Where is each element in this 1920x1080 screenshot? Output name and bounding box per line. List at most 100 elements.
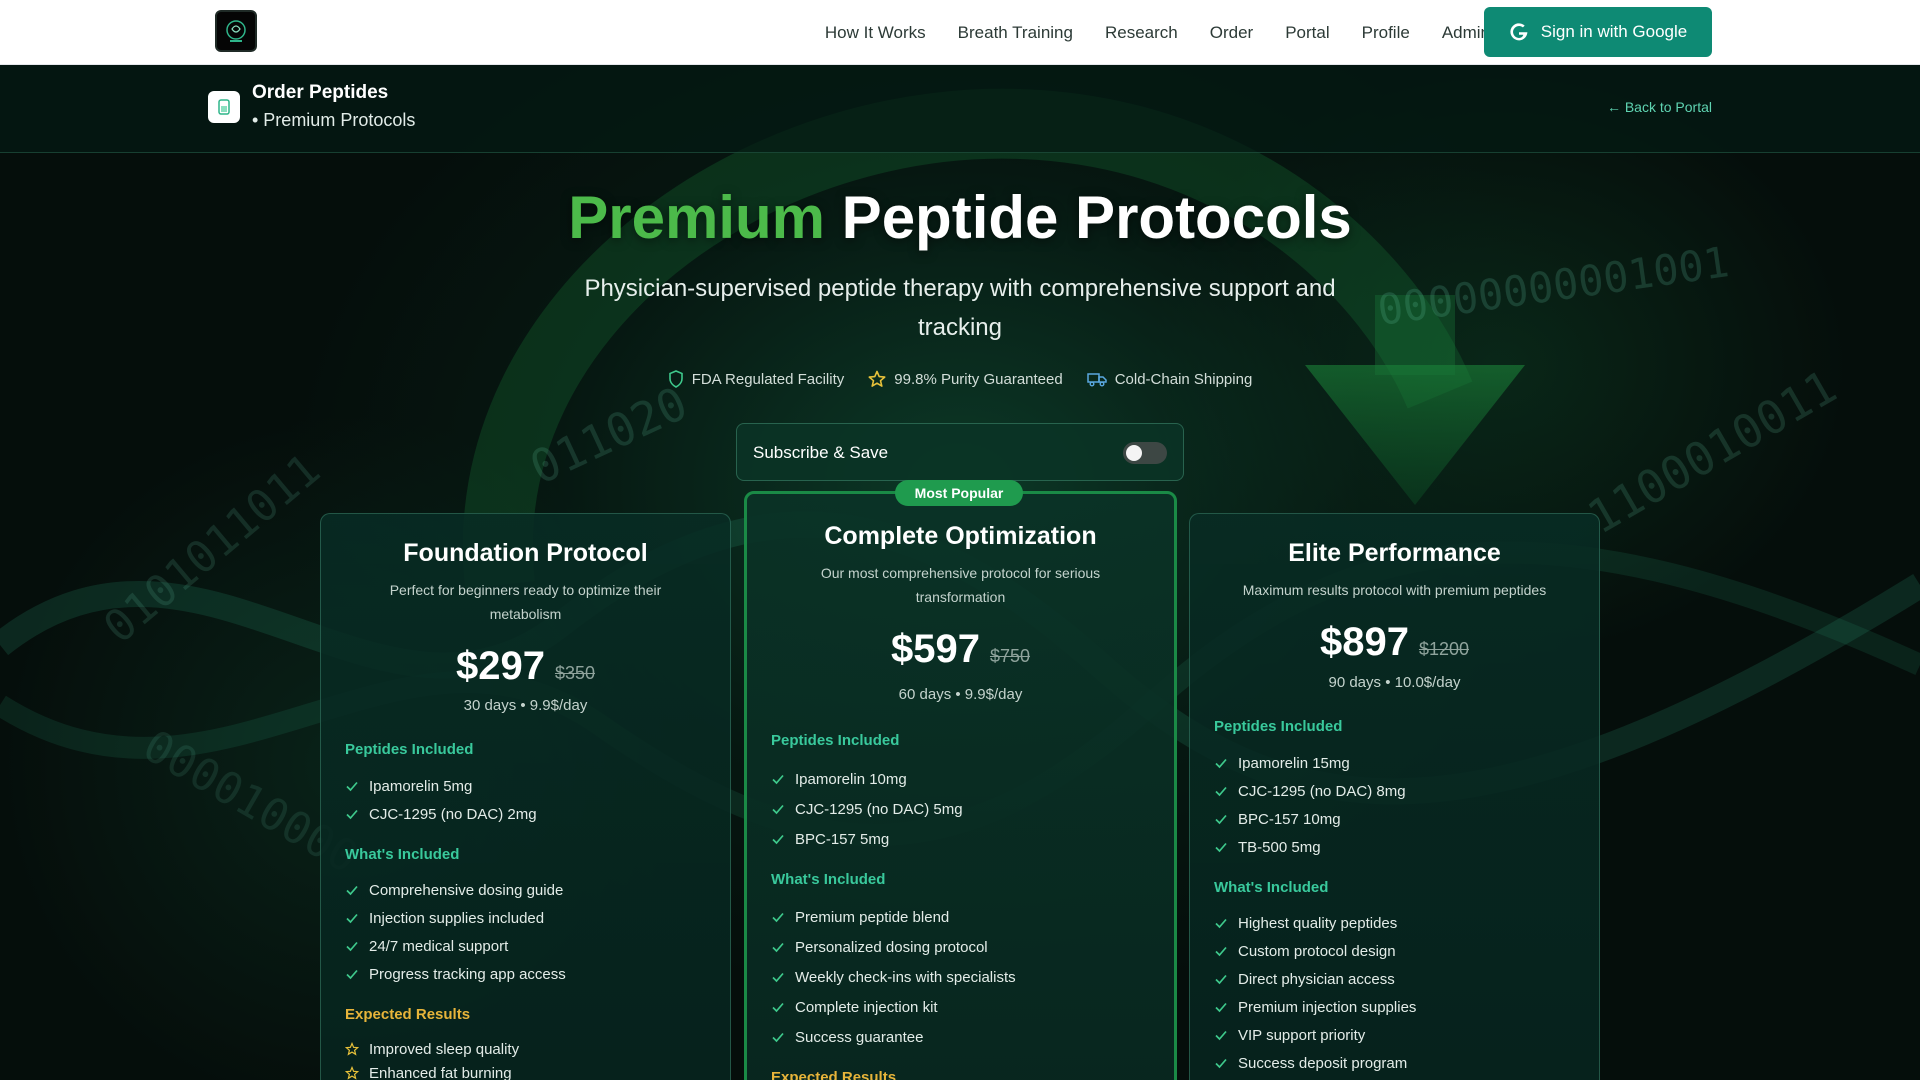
list-item: Complete injection kit — [771, 992, 1154, 1022]
included-list: Premium peptide blend Personalized dosin… — [771, 902, 1154, 1052]
plan-card-foundation[interactable]: Foundation Protocol Perfect for beginner… — [320, 513, 731, 1080]
peptides-list: Ipamorelin 15mg CJC-1295 (no DAC) 8mg BP… — [1214, 749, 1579, 861]
list-item-label: Comprehensive dosing guide — [369, 881, 564, 899]
plan-duration: 30 days • 9.9$/day — [463, 697, 588, 714]
check-icon — [346, 969, 358, 980]
subscribe-save-panel: Subscribe & Save — [736, 423, 1184, 481]
list-item-label: Weekly check-ins with specialists — [795, 968, 1016, 986]
sign-in-label: Sign in with Google — [1540, 22, 1688, 41]
subscribe-save-toggle[interactable] — [1123, 442, 1167, 464]
page-title: Premium Peptide Protocols — [0, 183, 1920, 252]
nav-breath-training[interactable]: Breath Training — [958, 23, 1073, 43]
plan-original-price: $750 — [989, 646, 1031, 666]
list-item: Injection supplies included — [345, 904, 710, 932]
check-icon — [1215, 1030, 1227, 1041]
plan-description: Our most comprehensive protocol for seri… — [820, 565, 1101, 605]
list-item: Ipamorelin 15mg — [1214, 749, 1579, 777]
list-item: Enhanced fat burning — [345, 1061, 710, 1080]
nav-portal[interactable]: Portal — [1285, 23, 1329, 43]
check-icon — [1215, 758, 1227, 769]
plan-price-row: $597 $750 — [747, 627, 1174, 672]
list-item-label: CJC-1295 (no DAC) 5mg — [795, 800, 963, 818]
check-icon — [346, 809, 358, 820]
check-icon — [772, 1002, 784, 1013]
subscribe-save-label: Subscribe & Save — [753, 443, 889, 462]
list-item-label: CJC-1295 (no DAC) 8mg — [1238, 782, 1406, 800]
list-item: BPC-157 10mg — [1214, 805, 1579, 833]
check-icon — [346, 913, 358, 924]
included-heading: What's Included — [771, 871, 886, 888]
check-icon — [772, 1032, 784, 1043]
brand-logo[interactable] — [215, 10, 257, 52]
plan-description: Maximum results protocol with premium pe… — [1242, 582, 1547, 598]
list-item-label: Success guarantee — [795, 1028, 924, 1046]
subheader-title: Order Peptides — [252, 82, 389, 103]
nav-research[interactable]: Research — [1105, 23, 1178, 43]
list-item-label: Success deposit program — [1238, 1054, 1408, 1072]
peptides-heading: Peptides Included — [1214, 718, 1343, 735]
shield-icon — [668, 370, 683, 388]
star-outline-icon — [345, 1042, 359, 1056]
list-item-label: TB-500 5mg — [1238, 838, 1321, 856]
plan-price: $897 — [1319, 620, 1409, 664]
list-item-label: CJC-1295 (no DAC) 2mg — [369, 805, 537, 823]
included-list: Comprehensive dosing guide Injection sup… — [345, 876, 710, 988]
list-item: Improved sleep quality — [345, 1037, 710, 1061]
check-icon — [1215, 974, 1227, 985]
list-item: 24/7 medical support — [345, 932, 710, 960]
back-to-portal-link[interactable]: ← Back to Portal — [1607, 99, 1712, 115]
star-icon — [868, 370, 886, 387]
nav-how-it-works[interactable]: How It Works — [825, 23, 926, 43]
check-icon — [346, 781, 358, 792]
check-icon — [772, 942, 784, 953]
plan-original-price: $1200 — [1418, 639, 1470, 659]
list-item: Weekly check-ins with specialists — [771, 962, 1154, 992]
plan-price: $597 — [890, 627, 980, 671]
list-item-label: Ipamorelin 15mg — [1238, 754, 1350, 772]
check-icon — [772, 972, 784, 983]
results-heading: Expected Results — [345, 1006, 471, 1023]
list-item-label: Complete injection kit — [795, 998, 938, 1016]
list-item: Ipamorelin 10mg — [771, 764, 1154, 794]
plan-card-elite[interactable]: Elite Performance Maximum results protoc… — [1189, 513, 1600, 1080]
check-icon — [772, 774, 784, 785]
check-icon — [1215, 1002, 1227, 1013]
list-item-label: 24/7 medical support — [369, 937, 509, 955]
plan-price-row: $897 $1200 — [1190, 620, 1599, 665]
check-icon — [772, 804, 784, 815]
nav-order[interactable]: Order — [1210, 23, 1253, 43]
list-item-label: VIP support priority — [1238, 1026, 1366, 1044]
list-item: Highest quality peptides — [1214, 909, 1579, 937]
page-title-rest: Peptide Protocols — [825, 184, 1352, 251]
badge-purity-label: 99.8% Purity Guaranteed — [894, 370, 1063, 388]
truck-icon — [1086, 373, 1107, 387]
list-item-label: Ipamorelin 10mg — [795, 770, 907, 788]
list-item-label: BPC-157 10mg — [1238, 810, 1341, 828]
nav-profile[interactable]: Profile — [1362, 23, 1410, 43]
peptides-list: Ipamorelin 10mg CJC-1295 (no DAC) 5mg BP… — [771, 764, 1154, 854]
nav-admin[interactable]: Admin — [1442, 23, 1490, 43]
plan-card-complete[interactable]: Most Popular Complete Optimization Our m… — [744, 480, 1177, 1080]
list-item: Success guarantee — [771, 1022, 1154, 1052]
list-item: Personalized dosing protocol — [771, 932, 1154, 962]
nav-links: How It Works Breath Training Research Or… — [825, 0, 1490, 65]
brain-logo-icon — [226, 20, 246, 42]
google-icon — [1510, 23, 1528, 41]
check-icon — [1215, 814, 1227, 825]
plan-price: $297 — [455, 644, 545, 688]
list-item-label: Injection supplies included — [369, 909, 545, 927]
badge-shipping: Cold-Chain Shipping — [1086, 370, 1253, 388]
list-item-label: Personalized dosing protocol — [795, 938, 988, 956]
list-item: Success deposit program — [1214, 1049, 1579, 1077]
results-list: Improved sleep quality Enhanced fat burn… — [345, 1037, 710, 1080]
sign-in-google-button[interactable]: Sign in with Google — [1484, 7, 1712, 57]
star-outline-icon — [345, 1066, 359, 1080]
list-item-label: Progress tracking app access — [369, 965, 566, 983]
check-icon — [772, 834, 784, 845]
page-subtitle: Physician-supervised peptide therapy wit… — [584, 275, 1336, 341]
most-popular-badge: Most Popular — [895, 480, 1023, 506]
badge-shipping-label: Cold-Chain Shipping — [1114, 370, 1253, 388]
page-title-accent: Premium — [568, 184, 825, 251]
list-item: BPC-157 5mg — [771, 824, 1154, 854]
list-item: CJC-1295 (no DAC) 2mg — [345, 800, 710, 828]
